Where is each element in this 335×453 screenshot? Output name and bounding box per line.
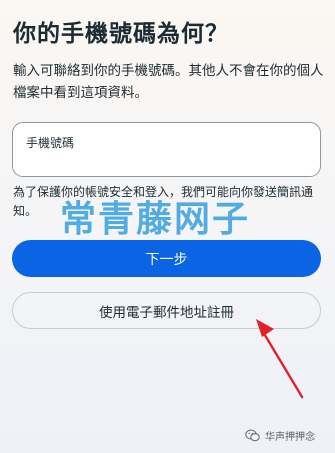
phone-number-field[interactable]: 手機號碼 [12,122,321,177]
next-button[interactable]: 下一步 [12,240,321,277]
page-subtitle: 輸入可聯絡到你的手機號碼。其他人不會在你的個人檔案中看到這項資料。 [13,63,324,101]
wechat-icon [245,429,260,441]
email-signup-button[interactable]: 使用電子郵件地址註冊 [12,292,321,329]
source-label: 华声押押念 [265,431,315,443]
page-title: 你的手機號碼為何？ [13,21,229,47]
security-help-text: 為了保護你的帳號安全和登入，我們可能向你發送簡訊通知。 [13,185,314,218]
source-badge: 华声押押念 [245,426,315,444]
phone-number-label: 手機號碼 [26,136,75,150]
